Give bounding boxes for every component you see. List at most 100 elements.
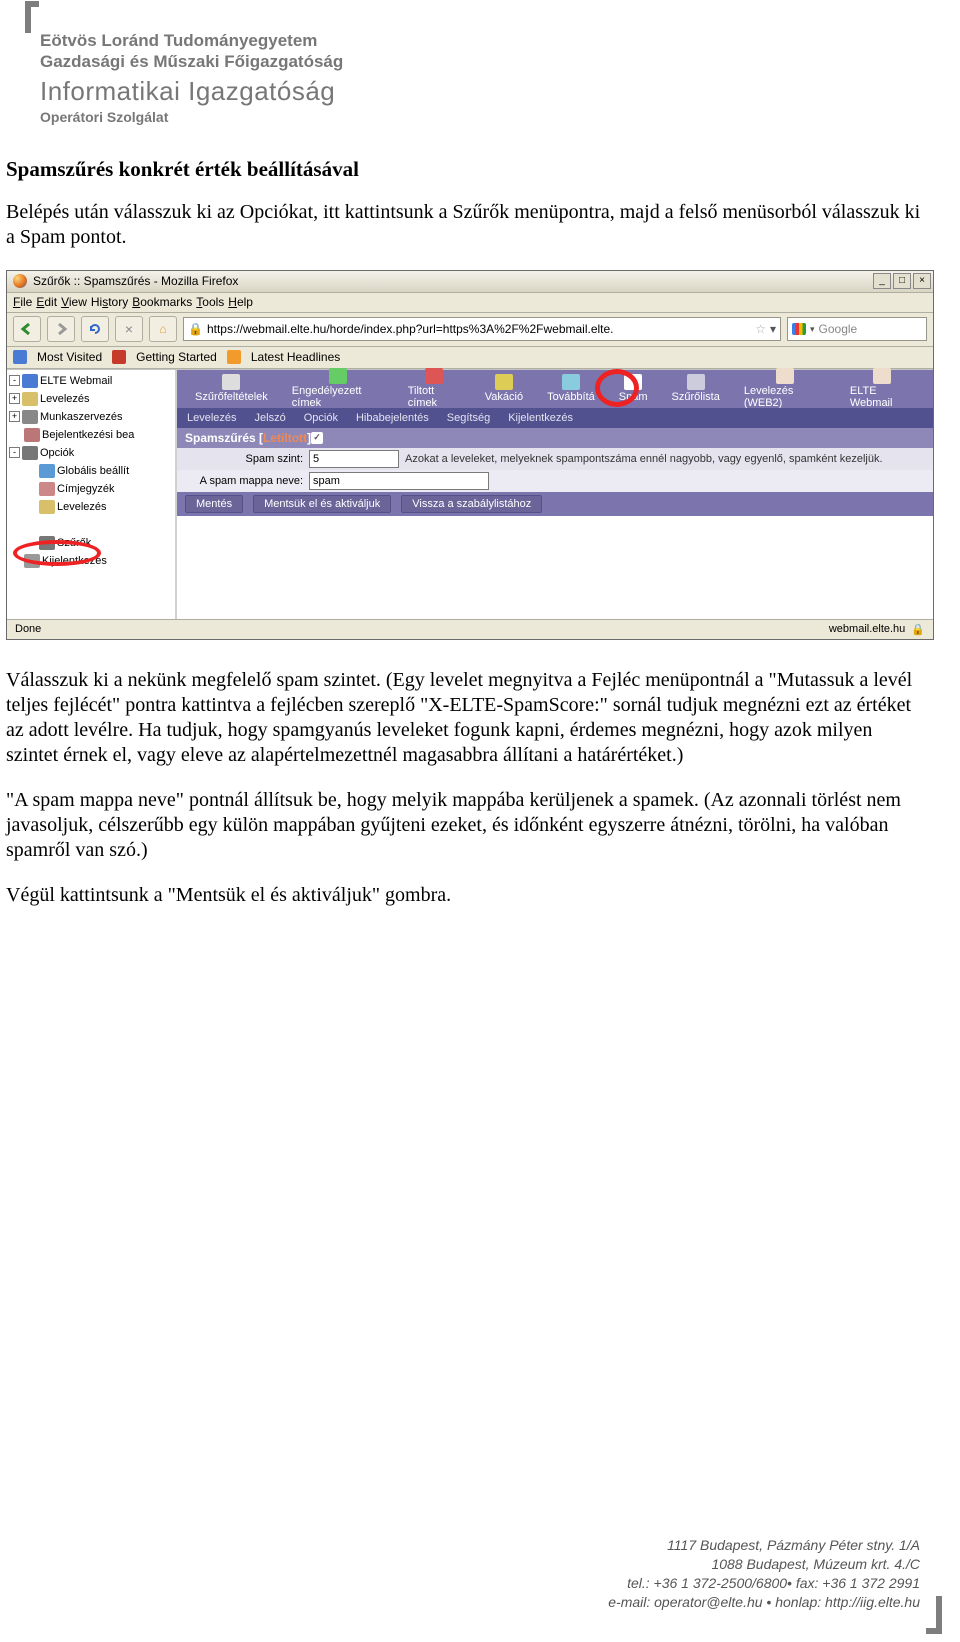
topnav-levelez-s-web2-[interactable]: Levelezés (WEB2) (744, 368, 826, 409)
horde-subnav: Levelezés Jelszó Opciók Hibabejelentés Segít… (177, 408, 933, 428)
tree-item-levelez-s[interactable]: Levelezés (7, 498, 175, 516)
tree-label: Címjegyzék (57, 483, 114, 495)
topnav-sz-r-felt-telek[interactable]: Szűrőfeltételek (195, 374, 268, 403)
letterhead-line-4: Operátori Szolgálat (40, 109, 960, 127)
status-right: webmail.elte.hu (829, 623, 905, 635)
tree-expander[interactable]: - (9, 375, 20, 386)
topnav-elte-webmail[interactable]: ELTE Webmail (850, 368, 915, 409)
topnav-icon (495, 374, 513, 390)
subnav-jelsz-[interactable]: Jelszó (255, 412, 286, 424)
topnav-label: Tiltott címek (408, 385, 461, 409)
mail-icon (39, 500, 55, 514)
letterhead-accent (25, 1, 39, 33)
subnav-levelez-s[interactable]: Levelezés (187, 412, 237, 424)
back-button[interactable] (13, 316, 41, 342)
url-bar[interactable]: 🔒 https://webmail.elte.hu/horde/index.ph… (183, 317, 781, 341)
window-titlebar: Szűrők :: Spamszűrés - Mozilla Firefox _… (7, 271, 933, 293)
menu-bookmarks[interactable]: Bookmarks (132, 295, 192, 309)
tree-label: Levelezés (57, 501, 107, 513)
bookmarks-bar: Most Visited Getting Started Latest Head… (7, 347, 933, 369)
maximize-button[interactable]: □ (893, 273, 911, 289)
section-toggle-icon[interactable]: ✓ (311, 432, 323, 444)
tree-expander[interactable]: + (9, 411, 20, 422)
bookmark-getting-started[interactable]: Getting Started (136, 350, 217, 364)
horde-topnav: Szűrőfeltételek Engedélyezett címek Tiltot… (177, 370, 933, 408)
subnav-seg-ts-g[interactable]: Segítség (447, 412, 490, 424)
bookmark-most-visited[interactable]: Most Visited (37, 350, 102, 364)
back-to-rules-button[interactable]: Vissza a szabálylistához (401, 495, 542, 513)
spam-level-hint: Azokat a leveleket, melyeknek spampontsz… (405, 453, 883, 465)
subnav-opci-k[interactable]: Opciók (304, 412, 338, 424)
close-button[interactable]: × (913, 273, 931, 289)
letterhead-line-1: Eötvös Loránd Tudományegyetem (40, 30, 960, 51)
firefox-icon (13, 274, 27, 288)
book-icon (39, 482, 55, 496)
main-pane: Szűrőfeltételek Engedélyezett címek Tiltot… (177, 370, 933, 619)
bookmark-star-icon[interactable]: ☆ (755, 322, 766, 336)
spam-level-row: Spam szint: Azokat a leveleket, melyekne… (177, 448, 933, 470)
topnav-sz-r-lista[interactable]: Szűrőlista (672, 374, 720, 403)
tree-item-kijelentkez-s[interactable]: Kijelentkezés (7, 552, 175, 570)
window-title: Szűrők :: Spamszűrés - Mozilla Firefox (33, 274, 238, 288)
letterhead-line-2: Gazdasági és Műszaki Főigazgatóság (40, 51, 960, 72)
tree-item-elte-webmail[interactable]: -ELTE Webmail (7, 372, 175, 390)
tree-item-bejelentkez-si-bea[interactable]: Bejelentkezési bea (7, 426, 175, 444)
footer-line-1: 1117 Budapest, Pázmány Péter stny. 1/A (608, 1536, 920, 1555)
minimize-button[interactable]: _ (873, 273, 891, 289)
tree-item-levelez-s[interactable]: +Levelezés (7, 390, 175, 408)
menu-help[interactable]: Help (228, 295, 253, 309)
topnav-label: Továbbítá (547, 391, 595, 403)
reload-button[interactable] (81, 316, 109, 342)
subnav-hibabejelent-s[interactable]: Hibabejelentés (356, 412, 429, 424)
topnav-tov-bb-t-[interactable]: Továbbítá (547, 374, 595, 403)
tree-item-c-mjegyz-k[interactable]: Címjegyzék (7, 480, 175, 498)
tree-expander[interactable]: + (9, 393, 20, 404)
footer-line-3: tel.: +36 1 372-2500/6800• fax: +36 1 37… (608, 1574, 920, 1593)
menu-file[interactable]: File (13, 295, 32, 309)
topnav-enged-lyezett-c-mek[interactable]: Engedélyezett címek (292, 368, 384, 409)
menu-history[interactable]: History (91, 295, 128, 309)
status-lock-icon: 🔒 (911, 623, 925, 636)
home-button[interactable]: ⌂ (149, 316, 177, 342)
topnav-label: Engedélyezett címek (292, 385, 384, 409)
tree-item-sz-r-k[interactable]: Szűrők (7, 534, 175, 552)
spam-folder-label: A spam mappa neve: (183, 475, 303, 487)
tree-item-glob-lis-be-ll-t[interactable]: Globális beállít (7, 462, 175, 480)
save-button[interactable]: Mentés (185, 495, 243, 513)
search-placeholder: Google (819, 322, 858, 336)
footer-accent (926, 1596, 942, 1634)
save-and-activate-button[interactable]: Mentsük el és aktiváljuk (253, 495, 391, 513)
url-dropdown-icon[interactable]: ▾ (770, 322, 776, 336)
subnav-kijelentkez-s[interactable]: Kijelentkezés (508, 412, 573, 424)
tree-item-opci-k[interactable]: -Opciók (7, 444, 175, 462)
search-dropdown-icon[interactable]: ▾ (810, 324, 815, 335)
footer-line-2: 1088 Budapest, Múzeum krt. 4./C (608, 1555, 920, 1574)
elte-icon (22, 374, 38, 388)
spam-level-input[interactable] (309, 450, 399, 468)
tree-label: Bejelentkezési bea (42, 429, 134, 441)
spam-folder-input[interactable] (309, 472, 489, 490)
tree-expander[interactable]: - (9, 447, 20, 458)
tree-item-blank (7, 516, 175, 534)
menu-edit[interactable]: Edit (36, 295, 57, 309)
topnav-label: Levelezés (WEB2) (744, 385, 826, 409)
lock-icon: 🔒 (188, 322, 203, 336)
section-header-a: Spamszűrés [ (185, 431, 263, 445)
tree-item-munkaszervez-s[interactable]: +Munkaszervezés (7, 408, 175, 426)
user-icon (24, 428, 40, 442)
browser-menubar: File Edit View History Bookmarks Tools H… (7, 293, 933, 313)
forward-button[interactable] (47, 316, 75, 342)
topnav-vak-ci-[interactable]: Vakáció (485, 374, 523, 403)
stop-button[interactable]: × (115, 316, 143, 342)
menu-tools[interactable]: Tools (196, 295, 224, 309)
bookmark-headlines[interactable]: Latest Headlines (251, 350, 340, 364)
tree-label: Kijelentkezés (42, 555, 107, 567)
footer-line-4: e-mail: operator@elte.hu • honlap: http:… (608, 1593, 920, 1612)
menu-view[interactable]: View (61, 295, 87, 309)
tree-label: Szűrők (57, 537, 91, 549)
topnav-tiltott-c-mek[interactable]: Tiltott címek (408, 368, 461, 409)
topnav-label: Szűrőlista (672, 391, 720, 403)
search-box[interactable]: ▾ Google (787, 317, 927, 341)
spam-level-label: Spam szint: (183, 453, 303, 465)
most-visited-icon (13, 350, 27, 364)
